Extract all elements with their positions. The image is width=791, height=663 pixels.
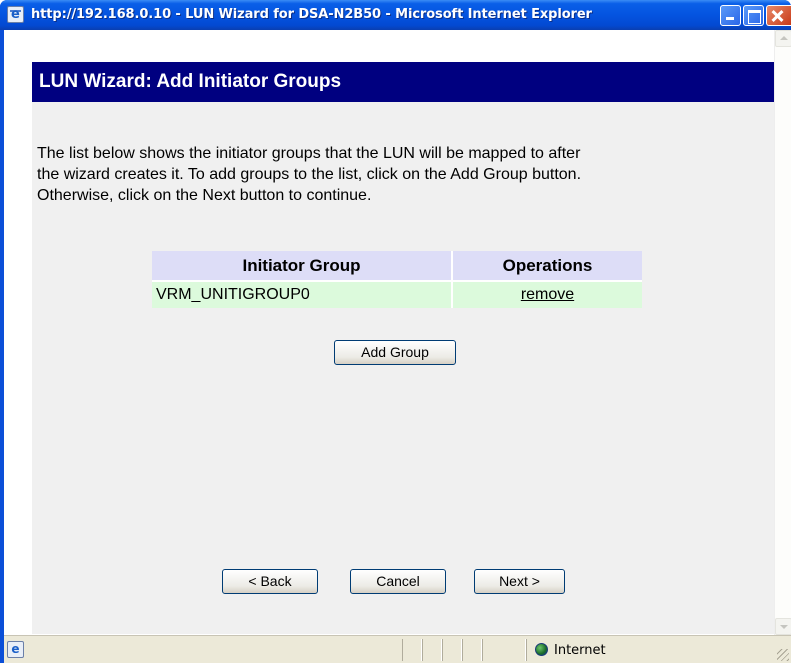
ie-page-icon: e [7,641,24,658]
scroll-down-arrow-icon[interactable] [775,618,791,635]
status-panel [422,639,442,661]
remove-link[interactable]: remove [521,286,574,303]
status-panel [482,639,526,661]
browser-window: http://192.168.0.10 - LUN Wizard for DSA… [0,0,791,663]
close-button[interactable] [766,5,791,26]
description-line: The list below shows the initiator group… [37,145,581,162]
wizard-page: LUN Wizard: Add Initiator Groups The lis… [4,30,774,635]
status-panel [442,639,462,661]
scroll-up-arrow-icon[interactable] [775,30,791,47]
status-bar: e Internet [4,635,791,663]
page-title: LUN Wizard: Add Initiator Groups [39,71,342,92]
window-title: http://192.168.0.10 - LUN Wizard for DSA… [31,7,592,22]
description-line: Otherwise, click on the Next button to c… [37,187,372,204]
column-header-operations: Operations [451,251,642,281]
zone-label: Internet [554,643,606,658]
minimize-button[interactable] [720,5,741,26]
resize-grip-icon[interactable] [777,649,789,661]
maximize-button[interactable] [743,5,764,26]
wizard-header: LUN Wizard: Add Initiator Groups [32,62,774,102]
ie-page-icon [7,6,24,23]
initiator-group-name: VRM_UNITIGROUP0 [152,280,452,308]
initiator-group-table: Initiator Group Operations VRM_UNITIGROU… [152,251,642,308]
cancel-button[interactable]: Cancel [350,569,446,594]
security-zone: Internet [526,639,774,661]
next-button[interactable]: Next > [474,569,565,594]
status-panel [402,639,422,661]
vertical-scrollbar[interactable] [774,30,791,635]
add-group-button[interactable]: Add Group [334,340,456,365]
operations-cell: remove [451,280,642,308]
table-row: VRM_UNITIGROUP0 remove [152,280,642,308]
browser-content: LUN Wizard: Add Initiator Groups The lis… [4,30,791,635]
back-button[interactable]: < Back [222,569,318,594]
status-panel [462,639,482,661]
globe-icon [535,643,548,656]
column-header-initiator-group: Initiator Group [152,251,452,281]
table-header-row: Initiator Group Operations [152,251,642,281]
wizard-description: The list below shows the initiator group… [37,143,767,206]
description-line: the wizard creates it. To add groups to … [37,166,582,183]
title-bar[interactable]: http://192.168.0.10 - LUN Wizard for DSA… [0,0,791,30]
